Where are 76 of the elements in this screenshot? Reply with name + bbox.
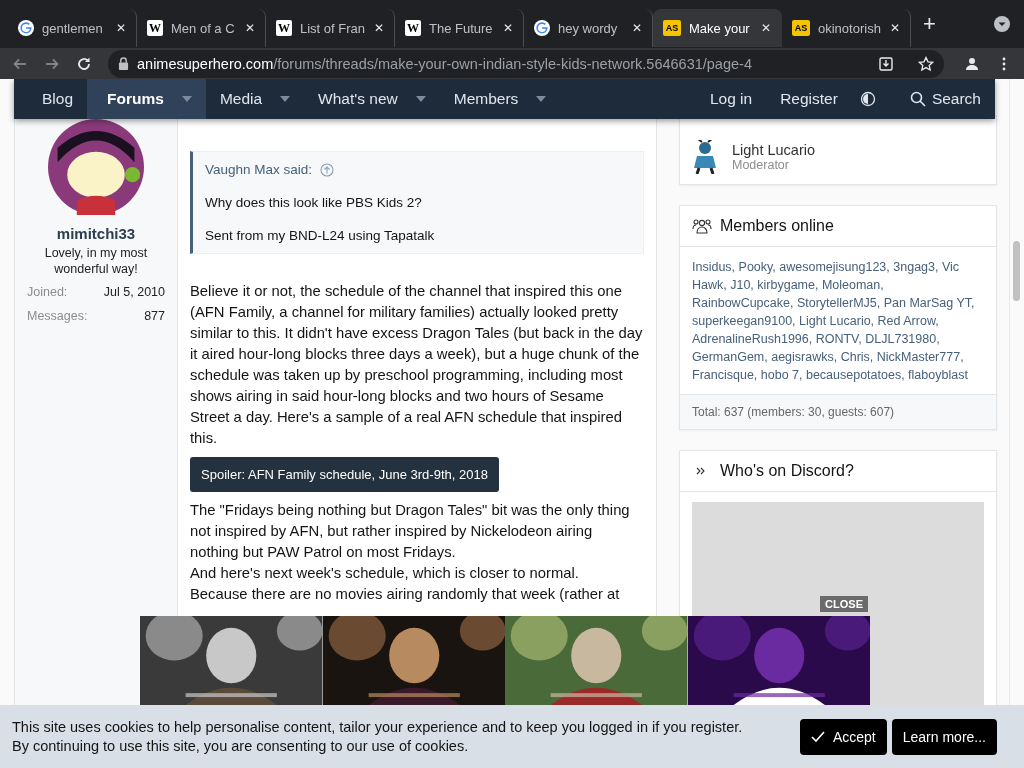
lock-icon xyxy=(118,57,129,70)
tab-search-icon[interactable] xyxy=(994,16,1010,32)
staff-role: Moderator xyxy=(732,158,790,172)
google-icon xyxy=(18,20,34,36)
tab-title: okinotorish xyxy=(818,20,882,36)
close-tab-button[interactable]: ✕ xyxy=(890,21,900,35)
nav-tab[interactable]: Media xyxy=(205,79,305,119)
site-favicon: W xyxy=(276,20,292,36)
members-list[interactable]: Insidus, Pooky, awesomejisung123, 3ngag3, Vic Hawk, J10, kirbygame, Moleoman, RainbowCupcake, StorytellerMJ5, Pan MarSag YT, superkeegan9100, Light Lucario, Red Arrow, AdrenalineRush1996, RONTV, DLJL731980, GermanGem, aegisrawks, Chris, NickMaster777, Francisque, hobo 7, becausepotatoes, flaboyblast xyxy=(680,247,996,394)
url-text: animesuperhero.com/forums/threads/make-your-own-indian-style-kids-network.5646631/page-4 xyxy=(137,55,752,72)
tab-title: List of Fran xyxy=(300,20,366,36)
avatar[interactable] xyxy=(48,119,144,215)
browser-tab[interactable]: AS Make your ✕ xyxy=(653,9,782,47)
new-tab-button[interactable]: + xyxy=(923,11,936,37)
tab-title: Men of a C xyxy=(171,20,236,36)
browser-tab[interactable]: gentlemen ✕ xyxy=(8,9,137,47)
close-tab-button[interactable]: ✕ xyxy=(503,21,513,35)
site-favicon: W xyxy=(405,20,421,36)
browser-tab[interactable]: W The Future ✕ xyxy=(395,9,524,47)
staff-name-link[interactable]: Light Lucario xyxy=(732,142,816,158)
search-button[interactable]: Search xyxy=(895,79,995,119)
post-paragraph: And here's next week's schedule, which is closer to normal. xyxy=(190,564,580,583)
quote-author-link[interactable]: Vaughn Max said: xyxy=(205,162,313,177)
site-favicon: W xyxy=(147,20,163,36)
nav-tab[interactable]: Forums xyxy=(87,79,206,119)
nav-tab[interactable]: Members xyxy=(439,79,561,119)
reload-icon[interactable] xyxy=(76,55,92,72)
scrollbar-thumb[interactable] xyxy=(1013,241,1020,301)
site-favicon: AS xyxy=(792,20,810,36)
quote-text: Sent from my BND-L24 using Tapatalk xyxy=(205,228,436,243)
tab-title: The Future xyxy=(429,20,494,36)
login-link[interactable]: Log in xyxy=(695,79,767,119)
close-tab-button[interactable]: ✕ xyxy=(761,21,771,35)
accept-button[interactable]: Accept xyxy=(799,718,887,755)
quote-text: Why does this look like PBS Kids 2? xyxy=(205,195,423,210)
theme-icon[interactable] xyxy=(859,91,876,107)
card-title: Members online xyxy=(720,217,834,235)
close-tab-button[interactable]: ✕ xyxy=(116,21,126,35)
spoiler-button[interactable]: Spoiler: AFN Family schedule, June 3rd-9th, 2018 xyxy=(190,457,499,492)
register-link[interactable]: Register xyxy=(766,79,852,119)
close-tab-button[interactable]: ✕ xyxy=(374,21,384,35)
stat-value: 877 xyxy=(144,309,165,323)
post-paragraph: Because there are no movies airing randomly that week (rather at xyxy=(190,585,621,604)
site-favicon: AS xyxy=(663,20,681,36)
username[interactable]: mimitchi33 xyxy=(56,225,136,242)
star-icon[interactable] xyxy=(918,55,934,72)
close-tab-button[interactable]: ✕ xyxy=(632,21,642,35)
profile-icon[interactable] xyxy=(964,55,980,72)
online-total: Total: 637 (members: 30, guests: 607) xyxy=(680,394,996,429)
google-icon xyxy=(534,20,550,36)
tab-title: gentlemen xyxy=(42,20,104,36)
stat-label: Joined: xyxy=(27,285,68,299)
browser-tab[interactable]: AS okinotorish ✕ xyxy=(782,9,911,47)
nav-tab[interactable]: Blog xyxy=(28,79,88,119)
close-tab-button[interactable]: ✕ xyxy=(245,21,255,35)
tab-title: Make your xyxy=(689,20,751,36)
nav-tab[interactable]: What's new xyxy=(304,79,440,119)
learn-more-button[interactable]: Learn more... xyxy=(891,718,997,755)
address-bar[interactable]: animesuperhero.com/forums/threads/make-your-own-indian-style-kids-network.5646631/page-4 xyxy=(108,49,944,78)
cookie-notice-text: By continuing to use this site, you are consenting to our use of cookies. xyxy=(12,738,470,754)
card-title: Who's on Discord? xyxy=(720,462,854,480)
search-icon xyxy=(909,91,926,107)
check-icon xyxy=(810,730,825,743)
users-icon xyxy=(692,218,712,234)
stat-label: Messages: xyxy=(27,309,88,323)
post-paragraph: Believe it or not, the schedule of the channel that inspired this one (AFN Family, a channel for military families) actually looked pretty similar to this. It didn't have excess Dragon Tales (but back in the day it aired hour-long blocks three days a week), but a huge chunk of the schedule was taken up by preschool programming, including most shows airing in said hour-long blocks and two hours of Sesame Street a day. Here's a sample of a real AFN schedule that inspired this. xyxy=(190,282,644,448)
install-icon[interactable] xyxy=(878,55,894,72)
post-paragraph: The "Fridays being nothing but Dragon Tales" bit was the only thing not inspired by AFN, but rather inspired by Nickelodeon airing nothing but PAW Patrol on most Fridays. xyxy=(190,501,631,562)
double-chevron-icon xyxy=(696,466,706,476)
user-title: Lovely, in my most wonderful way! xyxy=(43,245,149,277)
ad-close-button[interactable]: CLOSE xyxy=(820,596,868,612)
browser-tab[interactable]: W Men of a C ✕ xyxy=(137,9,266,47)
browser-tab[interactable]: W List of Fran ✕ xyxy=(266,9,395,47)
cookie-notice-text: This site uses cookies to help personalise content, tailor your experience and to keep you logged in if you register. xyxy=(12,719,744,735)
stat-value: Jul 5, 2010 xyxy=(103,285,165,299)
tab-title: hey wordy xyxy=(558,20,619,36)
